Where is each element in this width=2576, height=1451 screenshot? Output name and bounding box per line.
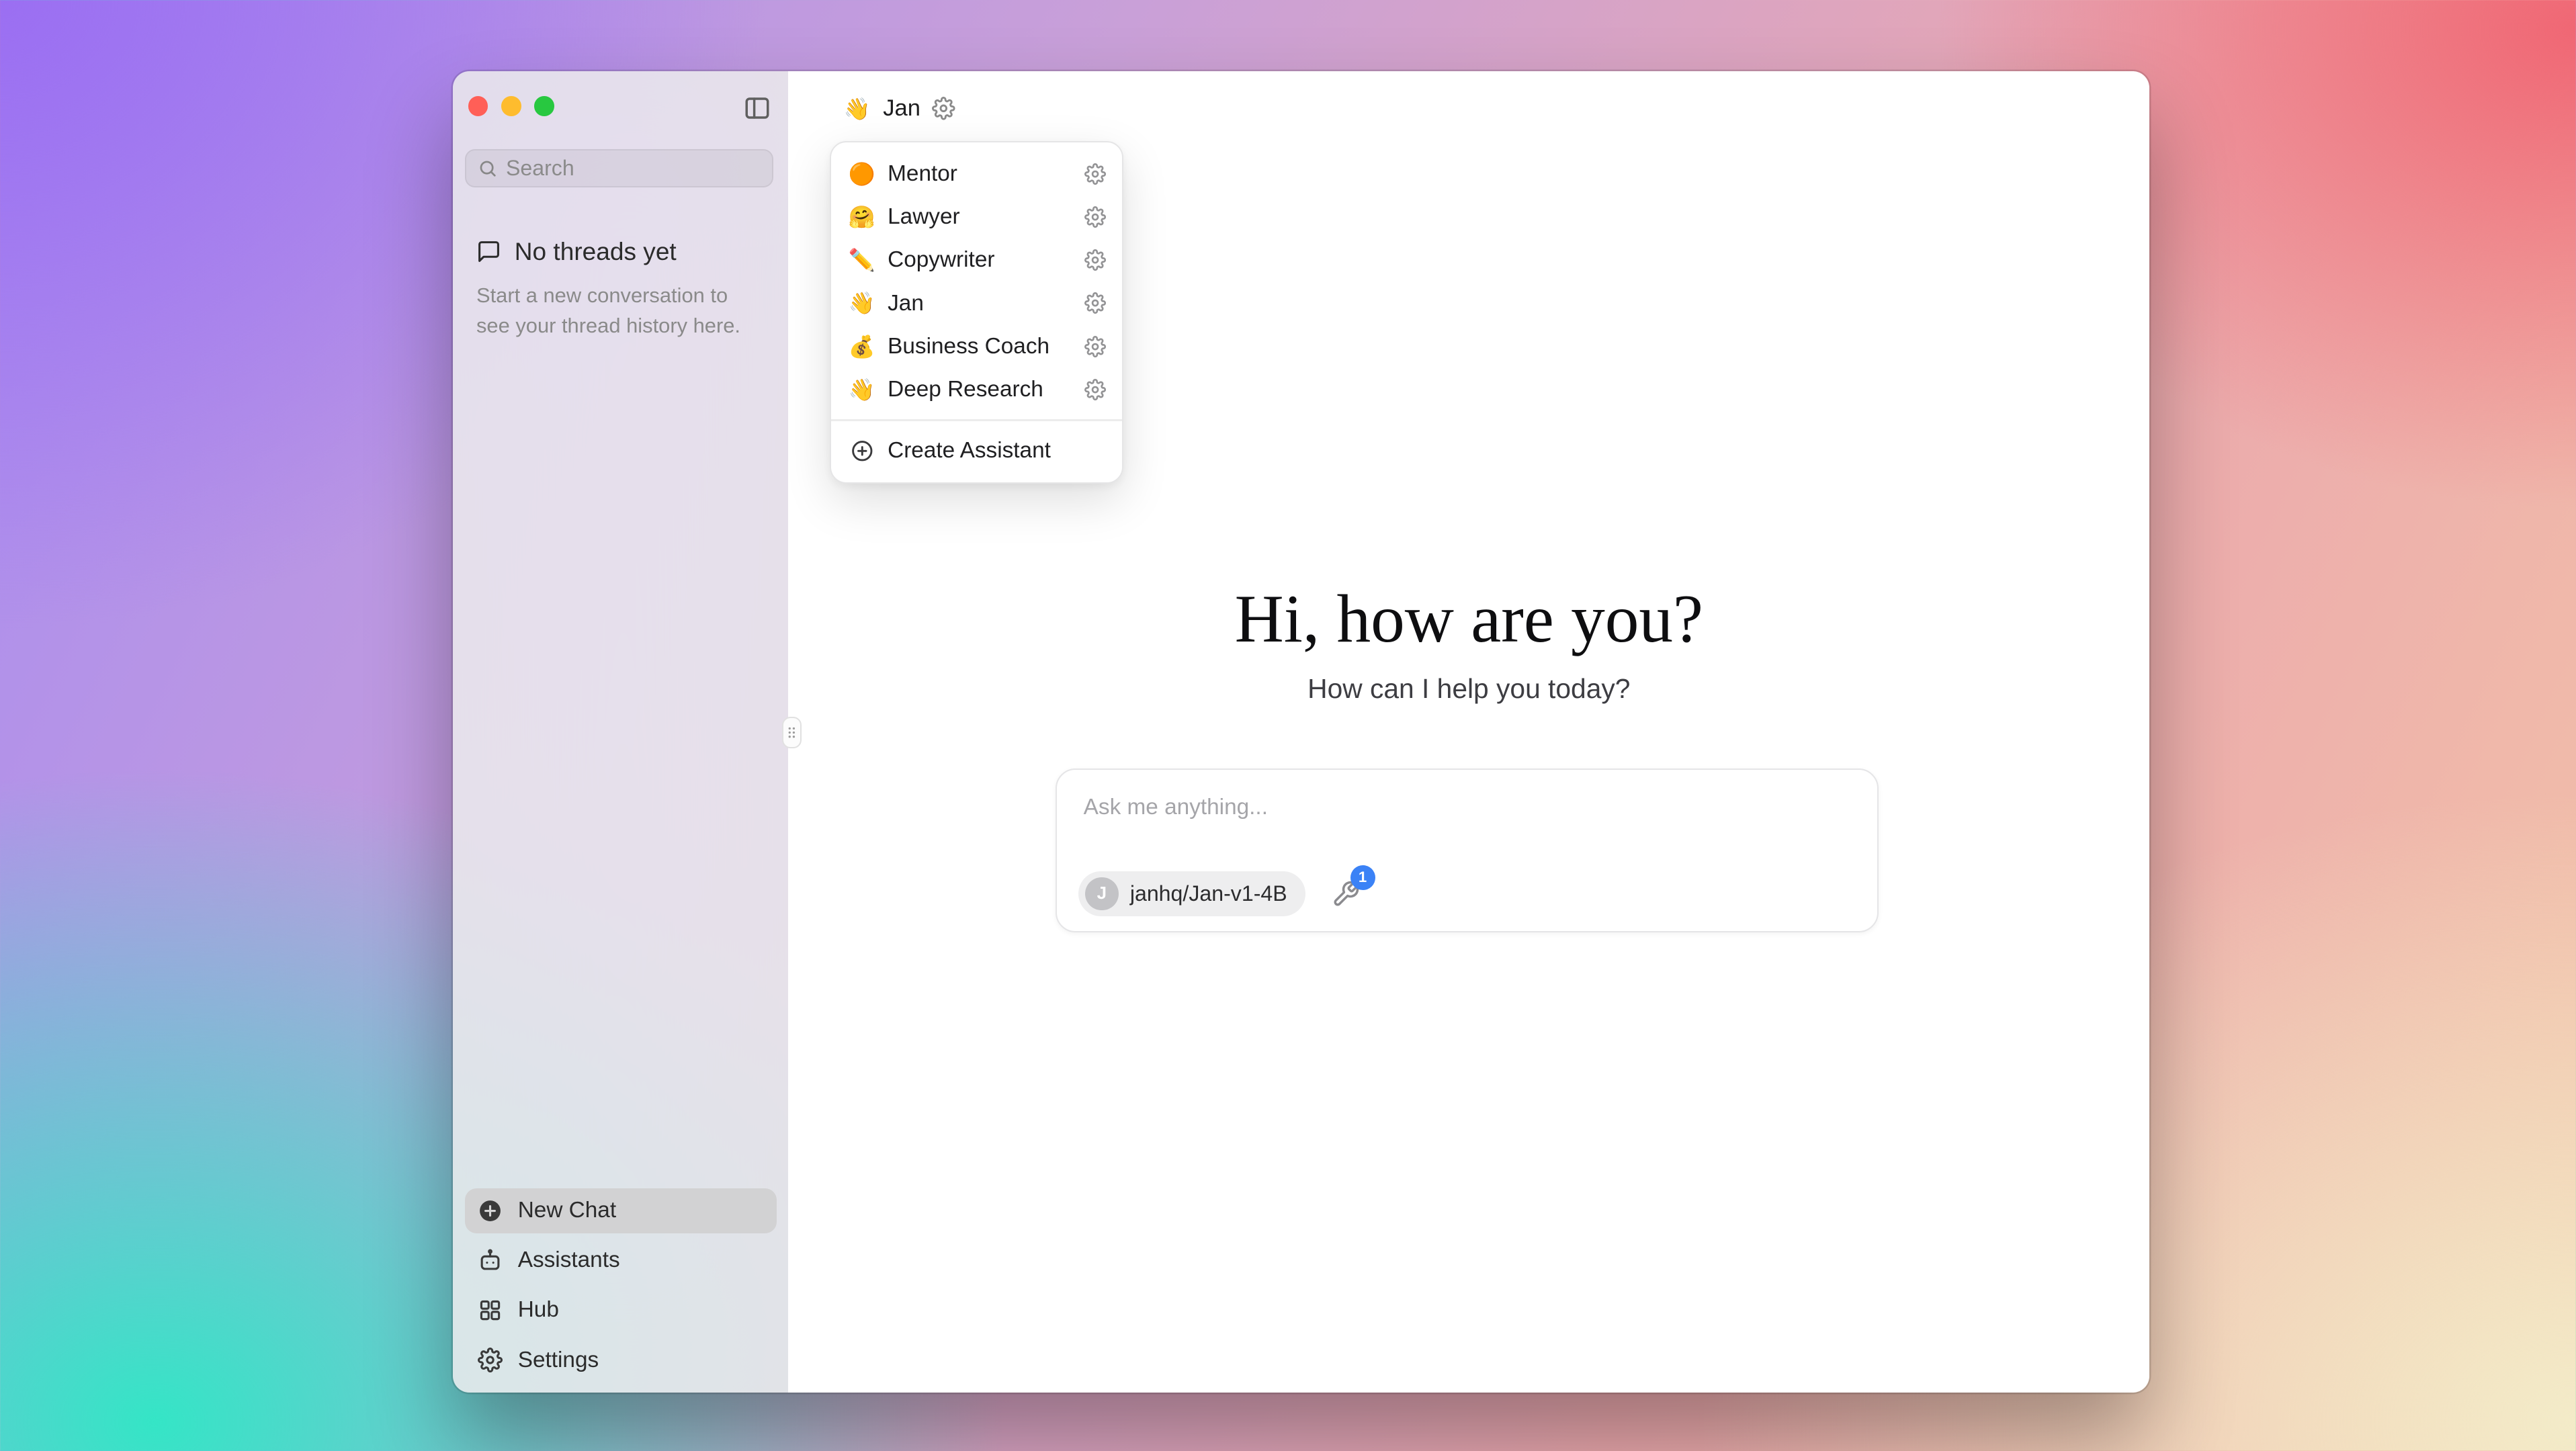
empty-state-title: No threads yet [515,237,677,266]
sidebar-resize-handle[interactable] [782,717,802,748]
gear-icon[interactable] [1084,292,1106,314]
assistant-item-emoji: ✏️ [848,249,876,271]
assistant-menu-item-deep-research[interactable]: 👋 Deep Research [841,368,1113,411]
window-controls [468,96,554,116]
chat-bubble-icon [476,239,501,264]
model-selector-button[interactable]: J janhq/Jan-v1-4B [1078,871,1305,916]
greeting-subtitle: How can I help you today? [788,669,2149,709]
minimize-window-button[interactable] [501,96,521,116]
greeting: Hi, how are you? How can I help you toda… [788,579,2149,709]
assistant-item-label: Mentor [888,161,1072,187]
assistant-selector-button[interactable]: 👋 Jan [828,86,970,131]
greeting-title: Hi, how are you? [788,579,2149,659]
main-pane: 👋 Jan 🟠 Mentor 🤗 Lawyer [788,71,2149,1392]
sidebar-item-settings[interactable]: Settings [465,1337,777,1382]
nav-item-label: Assistants [518,1247,620,1273]
assistant-menu-item-lawyer[interactable]: 🤗 Lawyer [841,195,1113,238]
sidebar: No threads yet Start a new conversation … [453,71,788,1392]
gear-icon[interactable] [1084,336,1106,357]
create-assistant-label: Create Assistant [888,438,1106,464]
assistant-menu-item-business-coach[interactable]: 💰 Business Coach [841,325,1113,368]
assistant-item-emoji: 🤗 [848,206,876,228]
sidebar-panel-icon [743,94,771,122]
search-icon [478,159,498,179]
message-input[interactable] [1057,770,1877,850]
model-name: janhq/Jan-v1-4B [1130,881,1287,906]
assistant-item-label: Business Coach [888,334,1072,359]
plus-circle-icon [848,439,876,463]
plus-circle-icon [478,1198,503,1223]
gear-icon[interactable] [1084,206,1106,228]
assistant-menu-item-mentor[interactable]: 🟠 Mentor [841,152,1113,195]
composer-toolbar: J janhq/Jan-v1-4B 1 [1078,871,1360,916]
close-window-button[interactable] [468,96,488,116]
search-input[interactable] [506,156,761,181]
nav-item-label: New Chat [518,1198,616,1223]
gear-icon [478,1348,503,1372]
assistant-menu: 🟠 Mentor 🤗 Lawyer ✏️ Copywriter 👋 Jan [830,141,1123,484]
assistant-settings-gear-icon[interactable] [932,97,955,120]
fullscreen-window-button[interactable] [534,96,554,116]
desktop-wallpaper: No threads yet Start a new conversation … [0,0,2576,1451]
assistant-menu-item-jan[interactable]: 👋 Jan [841,281,1113,324]
nav-item-label: Settings [518,1348,599,1373]
model-avatar: J [1085,877,1118,910]
menu-separator [831,419,1122,421]
assistant-item-emoji: 🟠 [848,163,876,185]
create-assistant-button[interactable]: Create Assistant [841,429,1113,472]
tools-count-badge: 1 [1350,865,1375,890]
assistant-item-label: Lawyer [888,204,1072,230]
grip-dots-icon [783,720,800,745]
assistant-item-emoji: 👋 [848,379,876,400]
sidebar-nav: New Chat Assistants Hub Settings [465,1188,777,1382]
assistant-menu-item-copywriter[interactable]: ✏️ Copywriter [841,238,1113,281]
gear-icon[interactable] [1084,163,1106,185]
search-box[interactable] [465,149,773,187]
sidebar-item-new-chat[interactable]: New Chat [465,1188,777,1233]
gear-icon[interactable] [1084,249,1106,271]
tools-button[interactable]: 1 [1332,880,1360,908]
threads-empty-state: No threads yet Start a new conversation … [476,237,769,341]
nav-item-label: Hub [518,1297,559,1323]
sidebar-item-assistants[interactable]: Assistants [465,1238,777,1283]
grid-icon [478,1298,503,1323]
assistant-item-label: Jan [888,291,1072,316]
empty-state-description: Start a new conversation to see your thr… [465,281,764,341]
assistant-item-label: Copywriter [888,247,1072,273]
assistant-emoji: 👋 [843,98,871,120]
assistant-item-label: Deep Research [888,377,1072,402]
assistant-item-emoji: 💰 [848,336,876,357]
gear-icon[interactable] [1084,379,1106,400]
assistant-selector-label: Jan [883,95,920,122]
robot-icon [478,1248,503,1273]
app-window: No threads yet Start a new conversation … [453,71,2149,1392]
assistant-item-emoji: 👋 [848,292,876,314]
composer: J janhq/Jan-v1-4B 1 [1056,768,1879,933]
sidebar-toggle-button[interactable] [742,93,771,122]
sidebar-item-hub[interactable]: Hub [465,1288,777,1333]
